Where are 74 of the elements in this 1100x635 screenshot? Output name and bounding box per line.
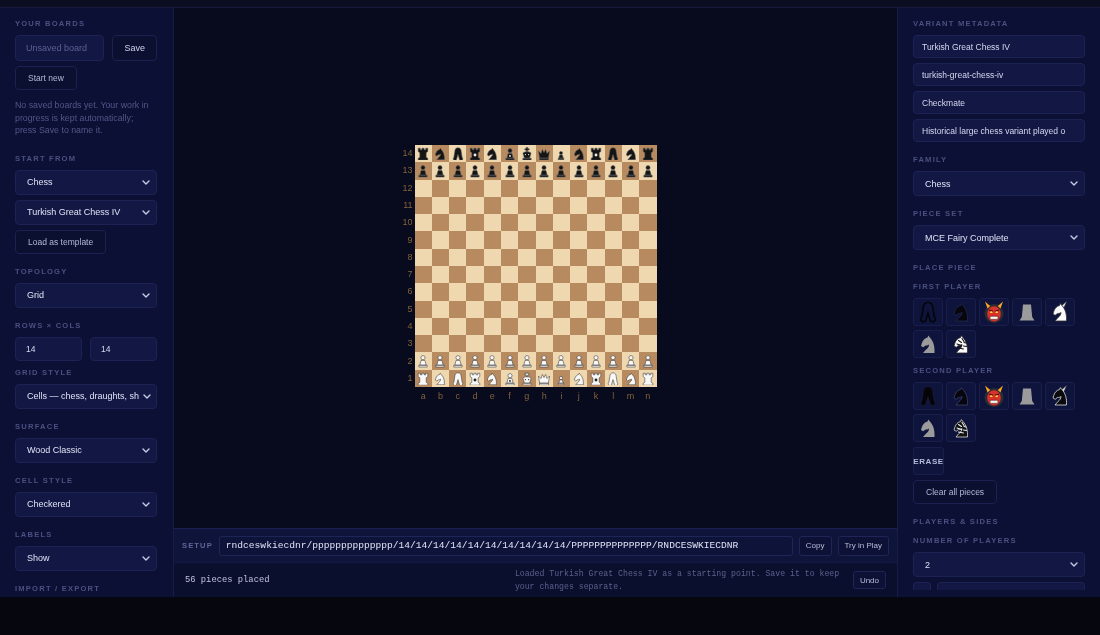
rank-label: 1 bbox=[406, 371, 413, 385]
chevron-down-icon bbox=[142, 447, 150, 453]
rank-label: 11 bbox=[402, 199, 413, 212]
file-label: c bbox=[454, 390, 461, 403]
file-label: g bbox=[523, 390, 531, 403]
rank-label: 8 bbox=[406, 250, 413, 264]
file-label: f bbox=[507, 390, 512, 403]
chevron-down-icon bbox=[142, 209, 150, 215]
rank-label: 7 bbox=[406, 268, 413, 282]
erase-button[interactable]: ERASE bbox=[913, 447, 944, 475]
board-square[interactable] bbox=[414, 214, 432, 232]
board-square[interactable] bbox=[414, 283, 432, 301]
help-text: No saved boards yet. Your work in progress is kept automatically; press Save to name it. bbox=[15, 99, 150, 137]
file-label: h bbox=[540, 390, 548, 403]
number-field[interactable]: 14 bbox=[15, 336, 82, 361]
chevron-down-icon bbox=[1070, 235, 1078, 240]
text-field[interactable]: Turkish Great Chess IV bbox=[913, 35, 1085, 58]
dropdown-select[interactable]: MCE Fairy Complete bbox=[913, 225, 1085, 250]
board-name-field[interactable]: Unsaved board bbox=[15, 35, 105, 61]
file-label: n bbox=[644, 390, 652, 403]
dropdown-select[interactable]: Cells — chess, draughts, sh bbox=[15, 383, 157, 409]
rank-label: 9 bbox=[406, 233, 413, 247]
dropdown-select[interactable]: 2 bbox=[913, 552, 1085, 577]
file-label: j bbox=[576, 390, 581, 403]
chevron-down-icon bbox=[142, 292, 150, 298]
rank-label: 14 bbox=[401, 147, 413, 161]
try-in-play-button[interactable]: Try in Play bbox=[837, 535, 889, 556]
file-label: m bbox=[625, 390, 636, 403]
rank-label: 4 bbox=[406, 320, 413, 333]
text-field[interactable] bbox=[913, 582, 931, 590]
file-label: e bbox=[488, 390, 496, 403]
text-field[interactable] bbox=[937, 582, 1085, 590]
dropdown-select[interactable]: Grid bbox=[15, 282, 157, 308]
chevron-down-icon bbox=[142, 555, 150, 561]
text-field[interactable]: turkish-great-chess-iv bbox=[913, 63, 1085, 86]
dropdown-select[interactable]: Chess bbox=[15, 169, 157, 195]
number-field[interactable]: 14 bbox=[90, 336, 157, 361]
dropdown-select[interactable]: Turkish Great Chess IV bbox=[15, 199, 157, 225]
chevron-down-icon bbox=[1070, 181, 1078, 186]
rank-label: 2 bbox=[406, 354, 413, 368]
action-button[interactable]: Start new bbox=[15, 66, 77, 90]
rank-label: 5 bbox=[406, 302, 413, 316]
file-label: a bbox=[419, 390, 427, 403]
save-button[interactable]: Save bbox=[112, 35, 157, 61]
rank-label: 10 bbox=[401, 216, 413, 230]
text-field[interactable]: Checkmate bbox=[913, 91, 1085, 114]
action-button[interactable]: Clear all pieces bbox=[913, 480, 998, 504]
file-label: k bbox=[592, 390, 600, 403]
undo-button[interactable]: Undo bbox=[852, 571, 886, 589]
dropdown-select[interactable]: Wood Classic bbox=[15, 437, 157, 463]
copy-button[interactable]: Copy bbox=[798, 535, 832, 556]
chevron-down-icon bbox=[142, 501, 150, 507]
status-message: Loaded Turkish Great Chess IV as a starting point. Save it to keep your changes separate. bbox=[514, 568, 841, 593]
file-label: b bbox=[436, 390, 444, 403]
action-button[interactable]: Load as template bbox=[15, 229, 107, 254]
file-label: d bbox=[471, 390, 479, 403]
file-label: l bbox=[611, 390, 616, 403]
pieces-count: 56 pieces placed bbox=[185, 575, 271, 585]
rank-label: 13 bbox=[401, 164, 413, 178]
dropdown-select[interactable]: Show bbox=[15, 545, 157, 571]
rank-label: 3 bbox=[406, 337, 413, 351]
setup-code-field[interactable]: rndceswkiecdnr/pppppppppppppp/14/14/14/14/14/14/14/14/14/14/PPPPPPPPPPPPPP/RNDCESWKIECDNR bbox=[218, 535, 793, 556]
file-label: i bbox=[559, 390, 564, 403]
chevron-down-icon bbox=[1070, 562, 1078, 567]
board-square[interactable] bbox=[414, 231, 432, 249]
chevron-down-icon bbox=[143, 393, 152, 399]
board-square[interactable] bbox=[414, 335, 432, 353]
text-field[interactable]: Historical large chess variant played o bbox=[913, 119, 1085, 142]
chevron-down-icon bbox=[142, 179, 150, 185]
dropdown-select[interactable]: Chess bbox=[913, 171, 1085, 196]
rank-label: 12 bbox=[401, 181, 413, 195]
rank-label: 6 bbox=[406, 285, 413, 299]
board-square[interactable] bbox=[414, 266, 432, 284]
dropdown-select[interactable]: Checkered bbox=[15, 491, 157, 517]
